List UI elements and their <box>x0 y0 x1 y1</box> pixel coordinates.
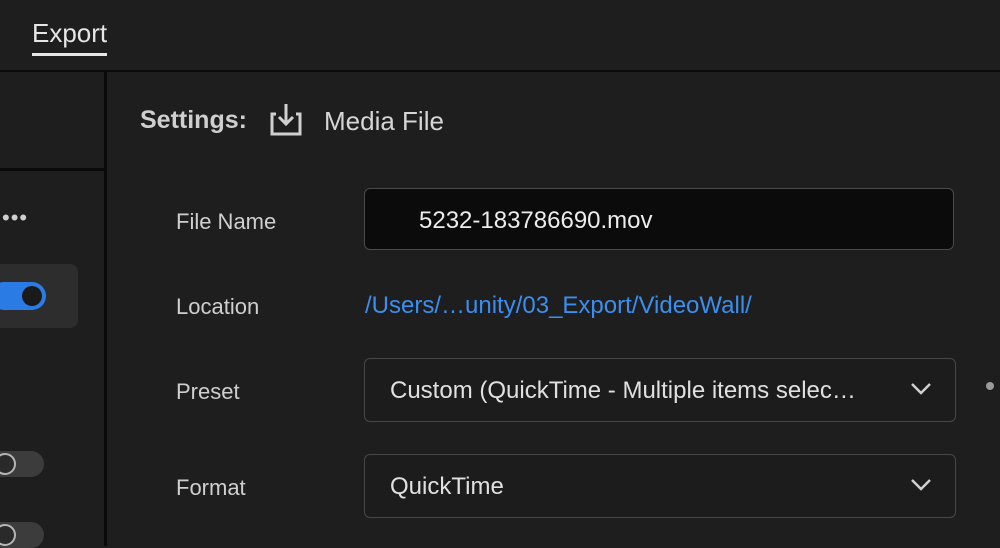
preset-label: Preset <box>176 379 240 404</box>
toggle-switch-on[interactable] <box>0 282 46 310</box>
media-file-label: Media File <box>324 106 444 136</box>
file-name-input[interactable]: 5232-183786690.mov <box>364 188 954 250</box>
file-name-label: File Name <box>176 209 277 234</box>
toggle-knob <box>0 524 16 546</box>
top-bar: Export <box>0 0 1000 70</box>
toggle-switch-off[interactable] <box>0 522 44 548</box>
location-label: Location <box>176 294 260 319</box>
chevron-down-icon <box>911 383 931 395</box>
left-panel-divider <box>0 168 104 171</box>
divider-horizontal <box>0 70 1000 72</box>
format-value: QuickTime <box>390 473 504 500</box>
more-options-icon[interactable]: ••• <box>2 205 28 231</box>
toggle-switch-off[interactable] <box>0 451 44 477</box>
format-select[interactable]: QuickTime <box>364 454 956 518</box>
preset-value: Custom (QuickTime - Multiple items selec… <box>390 377 856 404</box>
location-link[interactable]: /Users/…unity/03_Export/VideoWall/ <box>365 292 752 320</box>
chevron-down-icon <box>911 479 931 491</box>
toggle-knob <box>22 286 42 306</box>
settings-label: Settings: <box>140 106 247 134</box>
format-label: Format <box>176 475 246 500</box>
toggle-knob <box>0 453 16 475</box>
download-icon <box>270 104 302 136</box>
preset-select[interactable]: Custom (QuickTime - Multiple items selec… <box>364 358 956 422</box>
divider-vertical <box>104 72 107 546</box>
preset-more-icon[interactable] <box>986 382 994 390</box>
tab-export[interactable]: Export <box>32 18 108 56</box>
